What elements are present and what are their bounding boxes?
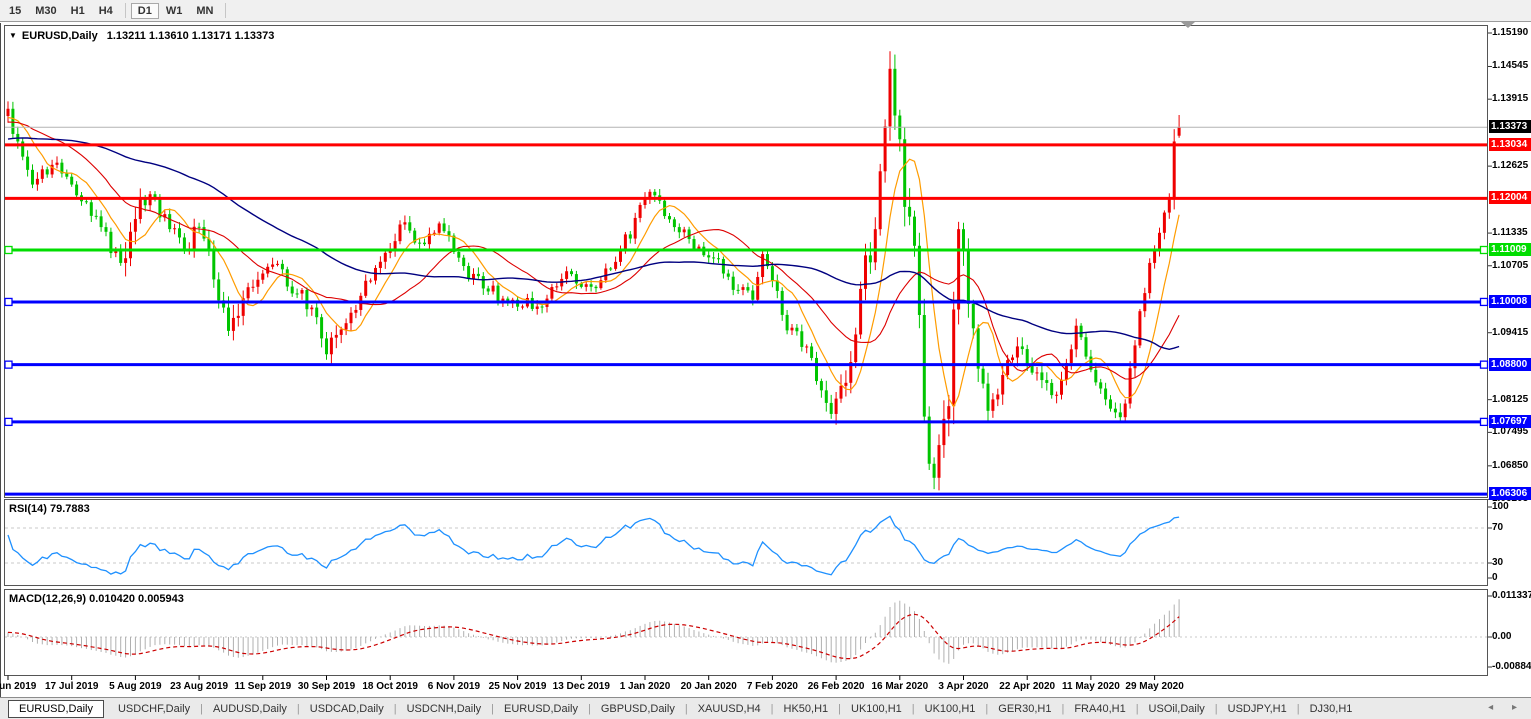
date-tick-label: 3 Apr 2020 [928, 681, 1000, 692]
date-tick-label: 18 Oct 2019 [354, 681, 426, 692]
price-level-badge-1.08800: 1.08800 [1489, 358, 1531, 371]
tab-fra40-h1-12[interactable]: FRA40,H1 [1065, 700, 1134, 718]
chart-symbol: EURUSD,Daily [22, 30, 98, 42]
date-tick-label: 30 Sep 2019 [291, 681, 363, 692]
date-tick-label: 23 Aug 2019 [163, 681, 235, 692]
date-tick-label: 11 May 2020 [1055, 681, 1127, 692]
timeframe-button-MN[interactable]: MN [189, 3, 220, 19]
price-tick-label: 1.06850 [1492, 460, 1528, 472]
macd-tick-label: -0.008848 [1492, 661, 1531, 673]
price-tick-label: 1.10705 [1492, 260, 1528, 272]
macd-label: MACD(12,26,9) 0.010420 0.005943 [9, 593, 184, 605]
date-tick-label: 1 Jan 2020 [609, 681, 681, 692]
timeframe-button-15[interactable]: 15 [2, 3, 28, 19]
line-handle[interactable] [5, 418, 12, 425]
timeframe-button-W1[interactable]: W1 [159, 3, 190, 19]
price-tick-label: 1.11335 [1492, 227, 1528, 239]
tab-gbpusd-daily-6[interactable]: GBPUSD,Daily [592, 700, 684, 718]
date-tick-label: 5 Aug 2019 [99, 681, 171, 692]
rsi-tick-label: 100 [1492, 501, 1509, 513]
tab-usdjpy-h1-14[interactable]: USDJPY,H1 [1219, 700, 1296, 718]
date-tick-label: 20 Jan 2020 [673, 681, 745, 692]
chart-title: ▼ EURUSD,Daily 1.13211 1.13610 1.13171 1.1… [9, 30, 274, 42]
date-tick-label: 17 Jul 2019 [36, 681, 108, 692]
rsi-tick-label: 30 [1492, 557, 1503, 569]
date-tick-label: 7 Feb 2020 [736, 681, 808, 692]
tab-dj30-h1-15[interactable]: DJ30,H1 [1301, 700, 1362, 718]
date-tick-label: 29 May 2020 [1119, 681, 1191, 692]
timeframe-button-H1[interactable]: H1 [64, 3, 92, 19]
current-price-badge: 1.13373 [1489, 120, 1531, 133]
toolbar-separator [125, 3, 126, 18]
tab-hk50-h1-8[interactable]: HK50,H1 [775, 700, 838, 718]
chart-canvas[interactable] [0, 0, 1531, 719]
price-tick-label: 1.08125 [1492, 394, 1528, 406]
price-tick-label: 1.15190 [1492, 27, 1528, 39]
tab-scroll-arrows-icon[interactable]: ◂ ▸ [1488, 702, 1525, 713]
date-tick-label: 6 Nov 2019 [418, 681, 490, 692]
price-tick-label: 1.07495 [1492, 426, 1528, 438]
price-level-badge-1.07697: 1.07697 [1489, 415, 1531, 428]
tab-usoil-daily-13[interactable]: USOil,Daily [1140, 700, 1214, 718]
tab-audusd-daily-2[interactable]: AUDUSD,Daily [204, 700, 296, 718]
line-handle[interactable] [5, 361, 12, 368]
mt4-window: 15M30H1H4 D1W1MN ▼ EURUSD,Daily 1.13211 1.1… [0, 0, 1531, 719]
price-level-badge-1.13034: 1.13034 [1489, 138, 1531, 151]
price-tick-label: 1.12625 [1492, 160, 1528, 172]
tab-ger30-h1-11[interactable]: GER30,H1 [989, 700, 1060, 718]
symbol-dropdown-icon[interactable]: ▼ [9, 31, 17, 40]
line-handle[interactable] [1481, 246, 1488, 253]
line-handle[interactable] [5, 298, 12, 305]
line-handle[interactable] [5, 246, 12, 253]
rsi-tick-label: 0 [1492, 572, 1498, 584]
line-handle[interactable] [1481, 418, 1488, 425]
chart-tab-bar: EURUSD,DailyUSDCHF,Daily|AUDUSD,Daily|US… [0, 697, 1531, 719]
rsi-label: RSI(14) 79.7883 [9, 503, 90, 515]
price-level-badge-1.12004: 1.12004 [1489, 191, 1531, 204]
timeframe-button-H4[interactable]: H4 [92, 3, 120, 19]
tab-usdcnh-daily-4[interactable]: USDCNH,Daily [398, 700, 491, 718]
timeframe-toolbar: 15M30H1H4 D1W1MN [0, 0, 1531, 22]
price-tick-label: 1.09415 [1492, 327, 1528, 339]
tab-uk100-h1-9[interactable]: UK100,H1 [842, 700, 911, 718]
date-tick-label: 11 Sep 2019 [227, 681, 299, 692]
price-level-badge-1.10008: 1.10008 [1489, 295, 1531, 308]
chart-ohlc-values: 1.13211 1.13610 1.13171 1.13373 [107, 30, 275, 42]
price-tick-label: 1.14545 [1492, 60, 1528, 72]
date-tick-label: 13 Dec 2019 [545, 681, 617, 692]
date-tick-label: 16 Mar 2020 [864, 681, 936, 692]
rsi-tick-label: 70 [1492, 522, 1503, 534]
tab-uk100-h1-10[interactable]: UK100,H1 [916, 700, 985, 718]
tab-eurusd-daily-0[interactable]: EURUSD,Daily [8, 700, 104, 718]
tab-eurusd-daily-5[interactable]: EURUSD,Daily [495, 700, 587, 718]
toolbar-separator [225, 3, 226, 18]
main-chart-panel [5, 26, 1488, 498]
rsi-panel [5, 500, 1488, 586]
price-tick-label: 1.13915 [1492, 93, 1528, 105]
line-handle[interactable] [1481, 298, 1488, 305]
tab-usdcad-daily-3[interactable]: USDCAD,Daily [301, 700, 393, 718]
date-tick-label: 25 Nov 2019 [482, 681, 554, 692]
line-handle[interactable] [1481, 361, 1488, 368]
date-tick-label: 22 Apr 2020 [991, 681, 1063, 692]
macd-panel [5, 590, 1488, 676]
tab-xauusd-h4-7[interactable]: XAUUSD,H4 [689, 700, 770, 718]
macd-tick-label: 0.00 [1492, 631, 1511, 643]
macd-tick-label: 0.011337 [1492, 590, 1531, 602]
price-level-badge-1.06306: 1.06306 [1489, 487, 1531, 500]
timeframe-button-D1[interactable]: D1 [131, 3, 159, 19]
timeframe-button-M30[interactable]: M30 [28, 3, 63, 19]
tab-usdchf-daily-1[interactable]: USDCHF,Daily [109, 700, 199, 718]
price-level-badge-1.11009: 1.11009 [1489, 243, 1531, 256]
date-tick-label: 26 Feb 2020 [800, 681, 872, 692]
